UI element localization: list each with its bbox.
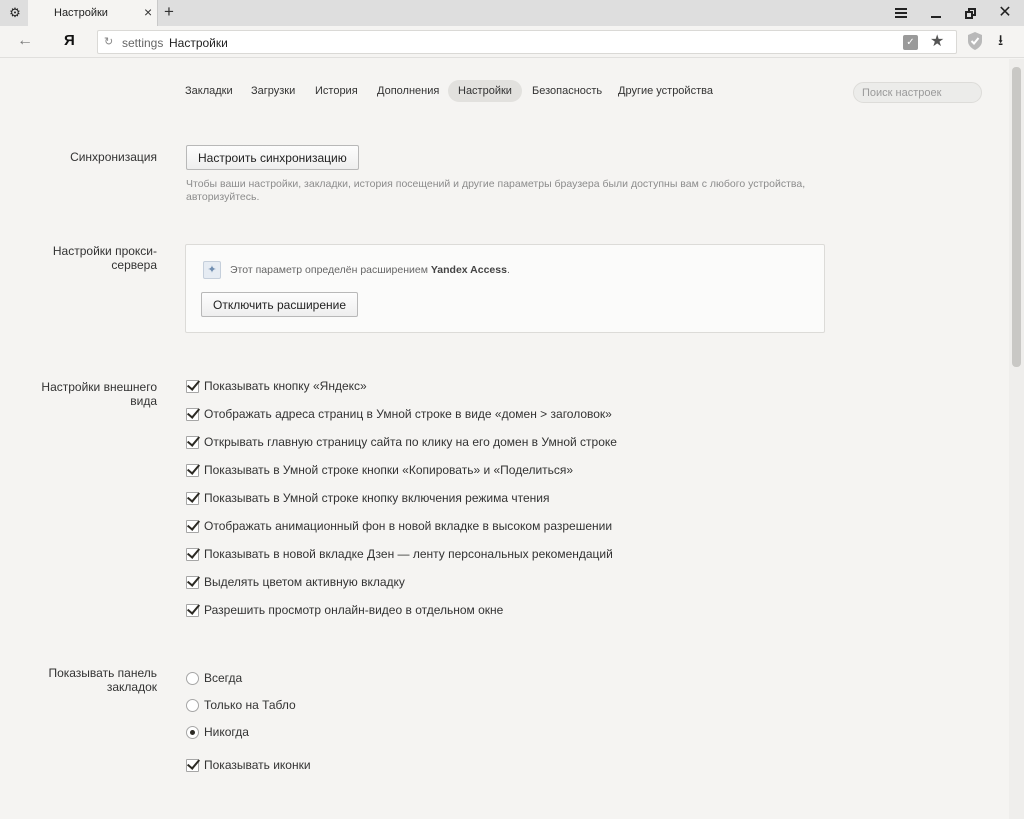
scroll-thumb[interactable] (1012, 67, 1021, 367)
new-tab-icon[interactable]: + (164, 3, 174, 21)
radio-button[interactable] (186, 726, 199, 739)
checkbox[interactable] (186, 436, 199, 449)
proxy-extension-text: Этот параметр определён расширением Yand… (230, 264, 510, 276)
tab-title: Настройки (54, 7, 108, 19)
sync-description: Чтобы ваши настройки, закладки, история … (186, 178, 806, 203)
menu-icon[interactable] (891, 4, 911, 22)
window-close-icon[interactable]: ✕ (995, 4, 1015, 22)
tab-security[interactable]: Безопасность (522, 80, 612, 102)
disable-extension-button[interactable]: Отключить расширение (201, 292, 359, 317)
tab-bar: ⚙ Настройки × + ✕ (0, 0, 1024, 26)
section-label-proxy: Настройки прокси- сервера (52, 244, 157, 272)
checkbox[interactable] (186, 520, 199, 533)
tab-other-devices[interactable]: Другие устройства (608, 80, 723, 102)
download-icon[interactable]: ⭳ (998, 31, 1003, 51)
checkbox[interactable] (186, 548, 199, 561)
tab-extensions[interactable]: Дополнения (367, 80, 449, 102)
tab-settings-page[interactable]: Настройки (448, 80, 522, 102)
address-bar[interactable]: ↻ settings Настройки ✓ ★ (97, 30, 957, 54)
checkbox[interactable] (186, 380, 199, 393)
tab-history[interactable]: История (305, 80, 368, 102)
url-title: Настройки (169, 36, 228, 50)
close-icon[interactable]: × (144, 5, 152, 19)
checkbox[interactable] (186, 492, 199, 505)
puzzle-icon: ✦ (203, 261, 221, 279)
tab-settings[interactable]: Настройки × (28, 0, 158, 26)
radio-button[interactable] (186, 699, 199, 712)
tab-bookmarks[interactable]: Закладки (175, 80, 243, 102)
star-icon[interactable]: ★ (930, 32, 944, 52)
checkbox[interactable] (186, 759, 199, 772)
restore-icon[interactable] (961, 4, 981, 22)
checkbox[interactable] (186, 604, 199, 617)
yandex-logo-icon[interactable]: Я (64, 32, 75, 50)
tab-downloads[interactable]: Загрузки (241, 80, 305, 102)
minimize-icon[interactable] (926, 4, 946, 22)
setup-sync-button[interactable]: Настроить синхронизацию (186, 145, 359, 170)
search-input[interactable] (853, 82, 982, 103)
back-arrow-icon[interactable]: ← (17, 32, 33, 50)
checkbox[interactable] (186, 408, 199, 421)
scrollbar[interactable] (1009, 59, 1024, 819)
checkbox[interactable] (186, 464, 199, 477)
url-prefix: settings (122, 36, 164, 50)
section-label-appearance: Настройки внешнего вида (41, 380, 157, 408)
reload-icon[interactable]: ↻ (104, 35, 113, 49)
radio-button[interactable] (186, 672, 199, 685)
extension-icon[interactable]: ✓ (903, 35, 918, 50)
section-label-sync: Синхронизация (70, 150, 157, 164)
proxy-extension-panel: ✦ Этот параметр определён расширением Ya… (185, 244, 825, 333)
checkbox[interactable] (186, 576, 199, 589)
shield-icon[interactable] (966, 31, 984, 51)
toolbar: ← Я ↻ settings Настройки ✓ ★ (0, 26, 1024, 58)
section-label-bookmarks-bar: Показывать панель закладок (48, 666, 157, 694)
gear-icon[interactable]: ⚙ (8, 6, 22, 20)
